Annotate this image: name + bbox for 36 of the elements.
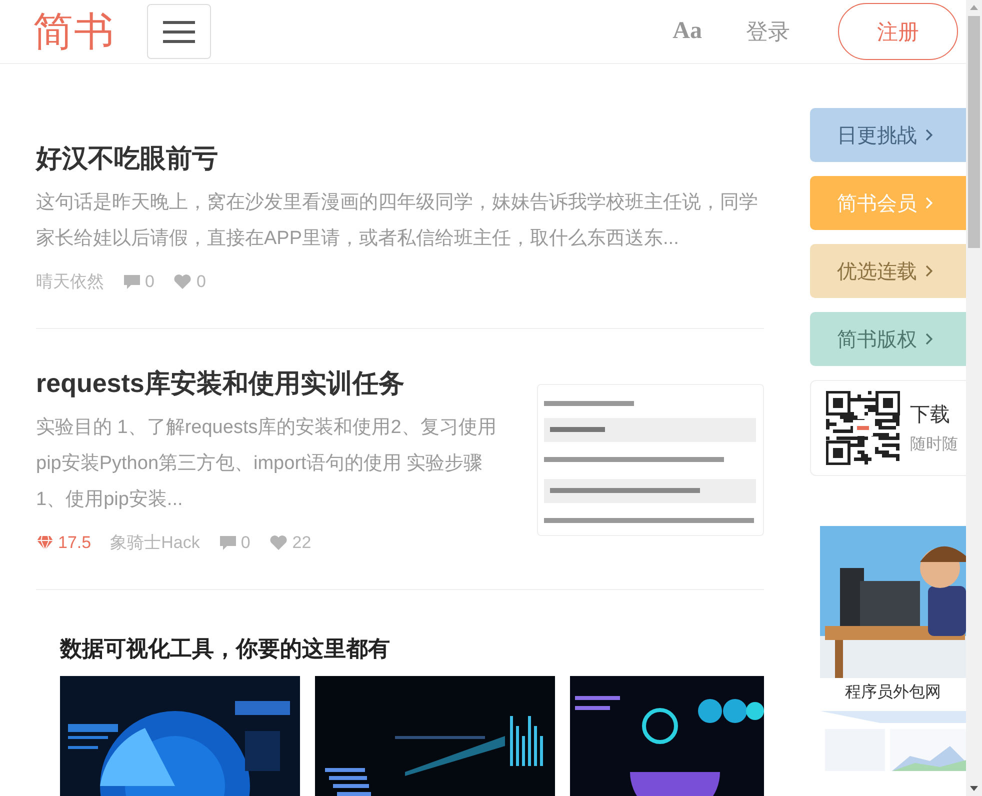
comment-count: 0 xyxy=(145,271,154,293)
comment-count: 0 xyxy=(240,532,250,554)
banner-link[interactable]: 简书版权 xyxy=(810,312,966,366)
article-summary: 这句话是昨天晚上，窝在沙发里看漫画的四年级同学，妹妹告诉我学校班主任说，同学家长给娃以后请假，直接在APP里请，或者私信给班主任，取什么东西送东... xyxy=(36,191,759,251)
font-size-button[interactable]: Aa xyxy=(666,18,708,45)
article-title[interactable]: requests库安装和使用实训任务 xyxy=(36,365,508,401)
logo[interactable]: 简书 xyxy=(33,4,115,59)
ad-title[interactable]: 数据可视化工具，你要的这里都有 xyxy=(60,634,764,664)
qr-code-icon xyxy=(826,391,900,465)
ad-caption[interactable]: 程序员外包网 xyxy=(820,682,966,703)
download-subtitle: 随时随 xyxy=(910,434,958,455)
diamond-count: 17.5 xyxy=(58,532,92,554)
scrollbar[interactable] xyxy=(966,0,982,796)
menu-button[interactable] xyxy=(147,4,211,59)
banner-link[interactable]: 优选连载 xyxy=(810,244,966,298)
chevron-icon xyxy=(925,129,933,141)
diamond-icon xyxy=(36,535,54,551)
like-count: 22 xyxy=(292,532,312,554)
chevron-icon xyxy=(925,197,933,209)
heart-icon xyxy=(269,535,288,551)
download-title: 下载 xyxy=(910,403,951,428)
article-summary: 实验目的 1、了解requests库的安装和使用2、复习使用pip安装Python第三方包、import语句的使用 实验步骤 1、使用pip安装... xyxy=(36,416,498,512)
heart-icon xyxy=(173,274,192,290)
signup-button[interactable]: 注册 xyxy=(838,3,958,60)
like-count: 0 xyxy=(196,271,206,293)
chevron-icon xyxy=(925,333,933,345)
article-title[interactable]: 好汉不吃眼前亏 xyxy=(36,140,764,176)
author-name[interactable]: 象骑士Hack xyxy=(110,531,200,555)
app-download-card[interactable]: 下载 随时随 xyxy=(810,380,966,476)
login-link[interactable]: 登录 xyxy=(746,16,790,46)
chevron-icon xyxy=(925,265,933,277)
banner-link[interactable]: 日更挑战 xyxy=(810,108,966,162)
comment-icon xyxy=(123,274,141,290)
author-name[interactable]: 晴天依然 xyxy=(36,270,104,294)
menu-icon xyxy=(163,20,195,42)
comment-icon xyxy=(218,535,237,551)
